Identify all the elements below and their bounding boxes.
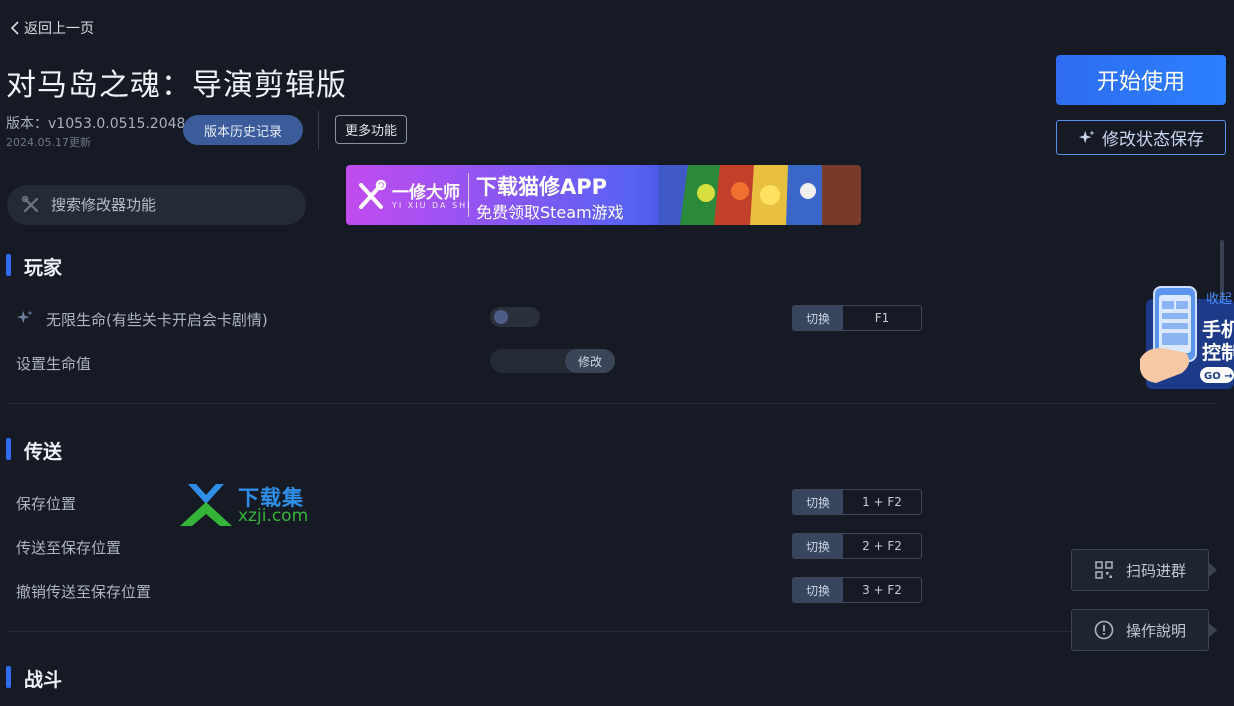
- row-label-teleport-to-saved: 传送至保存位置: [16, 539, 122, 557]
- instructions-label: 操作說明: [1126, 621, 1187, 640]
- pointer-arrow: [1209, 563, 1217, 577]
- tools-icon: [21, 195, 39, 213]
- section-marker: [6, 254, 11, 276]
- info-circle-icon: [1094, 620, 1114, 640]
- back-link[interactable]: 返回上一页: [10, 18, 94, 38]
- game-characters-art: [658, 165, 861, 225]
- search-input[interactable]: [51, 196, 281, 214]
- banner-brand: 一修大师: [392, 183, 460, 203]
- page-title: 对马岛之魂：导演剪辑版: [6, 68, 347, 103]
- qr-group-button[interactable]: 扫码进群: [1071, 549, 1209, 591]
- watermark-logo: [180, 484, 232, 526]
- section-divider: [7, 631, 1217, 632]
- collapse-button[interactable]: 收起: [1206, 288, 1232, 307]
- save-state-button[interactable]: 修改状态保存: [1056, 120, 1226, 155]
- hotkey-key: F1: [874, 311, 890, 325]
- toggle-knob: [494, 310, 508, 324]
- section-divider: [7, 403, 1217, 404]
- more-features-button[interactable]: 更多功能: [335, 115, 407, 144]
- phone-ad-text-2: 控制: [1202, 341, 1234, 364]
- promo-banner[interactable]: 一修大师 YI XIU DA SHI 下载猫修APP 免费领取Steam游戏: [346, 165, 861, 225]
- updated-date: 2024.05.17更新: [6, 136, 91, 149]
- hotkey-key: 3 + F2: [862, 583, 902, 597]
- wrench-screwdriver-icon: [359, 179, 386, 209]
- hotkey-tag: 切换: [793, 306, 843, 330]
- section-title-teleport: 传送: [24, 441, 63, 463]
- row-label-save-position: 保存位置: [16, 495, 77, 513]
- save-state-label: 修改状态保存: [1102, 130, 1204, 150]
- hotkey-teleport-to-saved[interactable]: 切换 2 + F2: [792, 533, 922, 559]
- phone-ad-go: GO →: [1204, 371, 1233, 382]
- phone-ad-text-1: 手机: [1202, 318, 1234, 341]
- hotkey-save-position[interactable]: 切换 1 + F2: [792, 489, 922, 515]
- set-health-input[interactable]: 修改: [490, 349, 615, 373]
- banner-subline: 免费领取Steam游戏: [476, 203, 624, 222]
- modify-button[interactable]: 修改: [565, 349, 615, 373]
- sparkle-icon: [16, 310, 33, 324]
- qr-group-label: 扫码进群: [1126, 561, 1187, 580]
- row-label-undo-teleport: 撤销传送至保存位置: [16, 583, 152, 601]
- hotkey-tag: 切换: [793, 578, 843, 602]
- section-marker: [6, 666, 11, 688]
- hotkey-key: 2 + F2: [862, 539, 902, 553]
- row-label-infinite-health: 无限生命(有些关卡开启会卡剧情): [46, 311, 268, 329]
- search-bar[interactable]: [7, 185, 306, 225]
- infinite-health-toggle[interactable]: [490, 307, 540, 327]
- qr-code-icon: [1095, 561, 1113, 579]
- banner-divider: [468, 173, 469, 217]
- section-marker: [6, 438, 11, 460]
- hotkey-tag: 切换: [793, 490, 843, 514]
- hotkey-tag: 切换: [793, 534, 843, 558]
- banner-brand-sub: YI XIU DA SHI: [392, 201, 472, 210]
- version-history-button[interactable]: 版本历史记录: [183, 115, 303, 145]
- section-title-combat: 战斗: [24, 669, 63, 691]
- section-title-player: 玩家: [24, 257, 63, 279]
- back-label: 返回上一页: [24, 21, 94, 37]
- chevron-left-icon: [10, 21, 19, 35]
- hotkey-key: 1 + F2: [862, 495, 902, 509]
- version-text: 版本：v1053.0.0515.2048: [6, 116, 186, 132]
- start-button[interactable]: 开始使用: [1056, 55, 1226, 105]
- hotkey-infinite-health[interactable]: 切换 F1: [792, 305, 922, 331]
- pointer-arrow: [1209, 623, 1217, 637]
- divider: [318, 111, 319, 149]
- banner-headline: 下载猫修APP: [476, 175, 608, 199]
- hotkey-undo-teleport[interactable]: 切换 3 + F2: [792, 577, 922, 603]
- instructions-button[interactable]: 操作說明: [1071, 609, 1209, 651]
- watermark-url: xzji.com: [238, 506, 309, 526]
- sparkle-icon: [1078, 129, 1095, 143]
- row-label-set-health: 设置生命值: [16, 355, 92, 373]
